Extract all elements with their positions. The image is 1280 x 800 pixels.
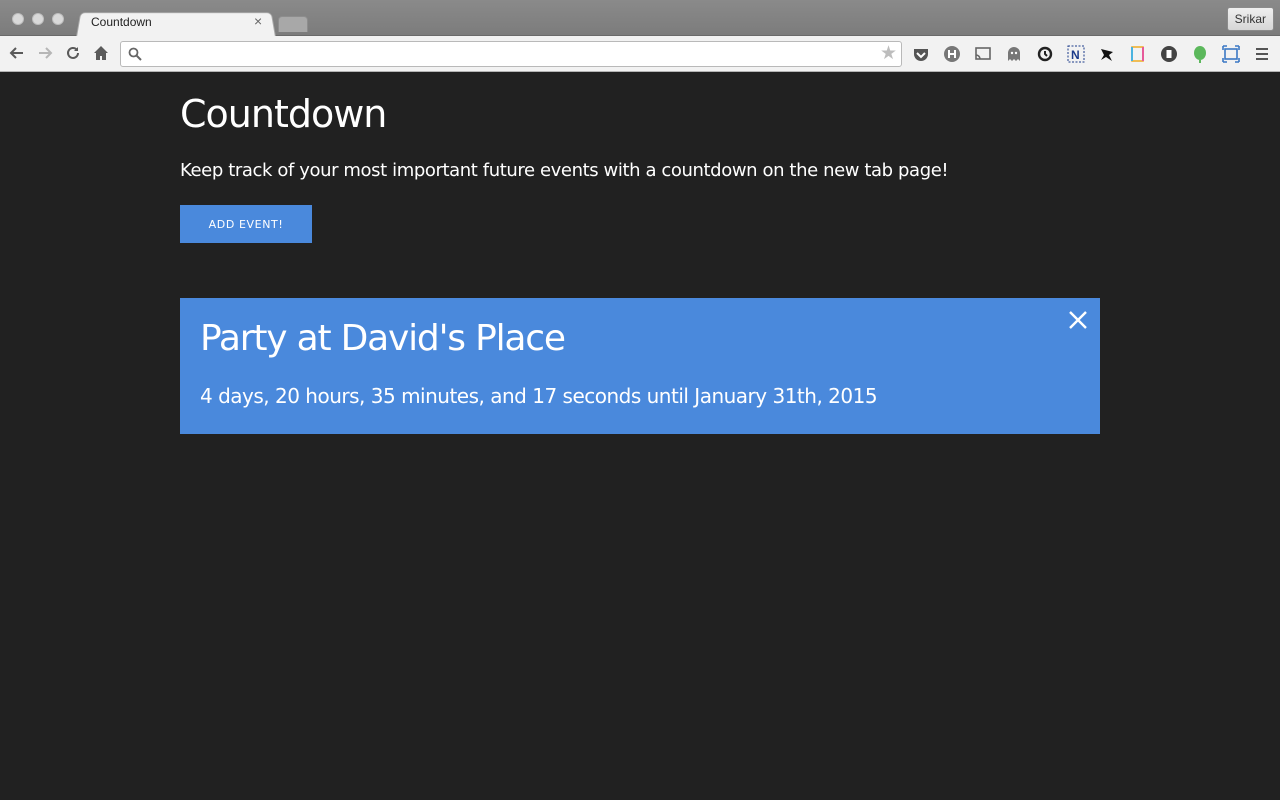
honey-icon[interactable] [942,44,962,64]
event-card: Party at David's Place 4 days, 20 hours,… [180,298,1100,434]
notebook-icon[interactable] [1128,44,1148,64]
add-event-button[interactable]: ADD EVENT! [180,205,312,243]
profile-button[interactable]: Srikar [1226,7,1274,31]
page-subtitle: Keep track of your most important future… [180,160,949,181]
new-tab-button[interactable] [278,16,308,32]
zoom-window-button[interactable] [52,13,64,25]
forward-icon[interactable] [35,44,55,64]
tab-close-icon[interactable]: × [254,13,262,29]
bookmark-star-icon[interactable]: ★ [880,43,897,65]
address-bar[interactable]: ★ [120,41,902,67]
back-icon[interactable] [7,44,27,64]
evernote-icon[interactable] [1190,44,1210,64]
search-icon [128,47,142,61]
event-title: Party at David's Place [200,318,566,359]
minimize-window-button[interactable] [32,13,44,25]
newsmast-icon[interactable]: N [1066,44,1086,64]
menu-icon[interactable] [1252,44,1272,64]
close-icon[interactable] [1066,308,1090,332]
browser-titlebar: Countdown × Srikar [0,0,1280,38]
address-input[interactable] [147,44,867,64]
close-window-button[interactable] [12,13,24,25]
dashlane-icon[interactable] [1159,44,1179,64]
svg-text:N: N [1071,48,1080,62]
cast-icon[interactable] [973,44,993,64]
ghostery-icon[interactable] [1004,44,1024,64]
browser-toolbar: ★ N [0,36,1280,72]
event-countdown: 4 days, 20 hours, 35 minutes, and 17 sec… [200,384,878,408]
home-icon[interactable] [91,44,111,64]
pocket-icon[interactable] [911,44,931,64]
reload-icon[interactable] [63,44,83,64]
page-title: Countdown [180,92,387,136]
page-content: Countdown Keep track of your most import… [0,72,1280,800]
tab-title: Countdown [91,15,152,29]
capture-icon[interactable] [1221,44,1241,64]
sync-icon[interactable] [1035,44,1055,64]
ninja-icon[interactable] [1097,44,1117,64]
